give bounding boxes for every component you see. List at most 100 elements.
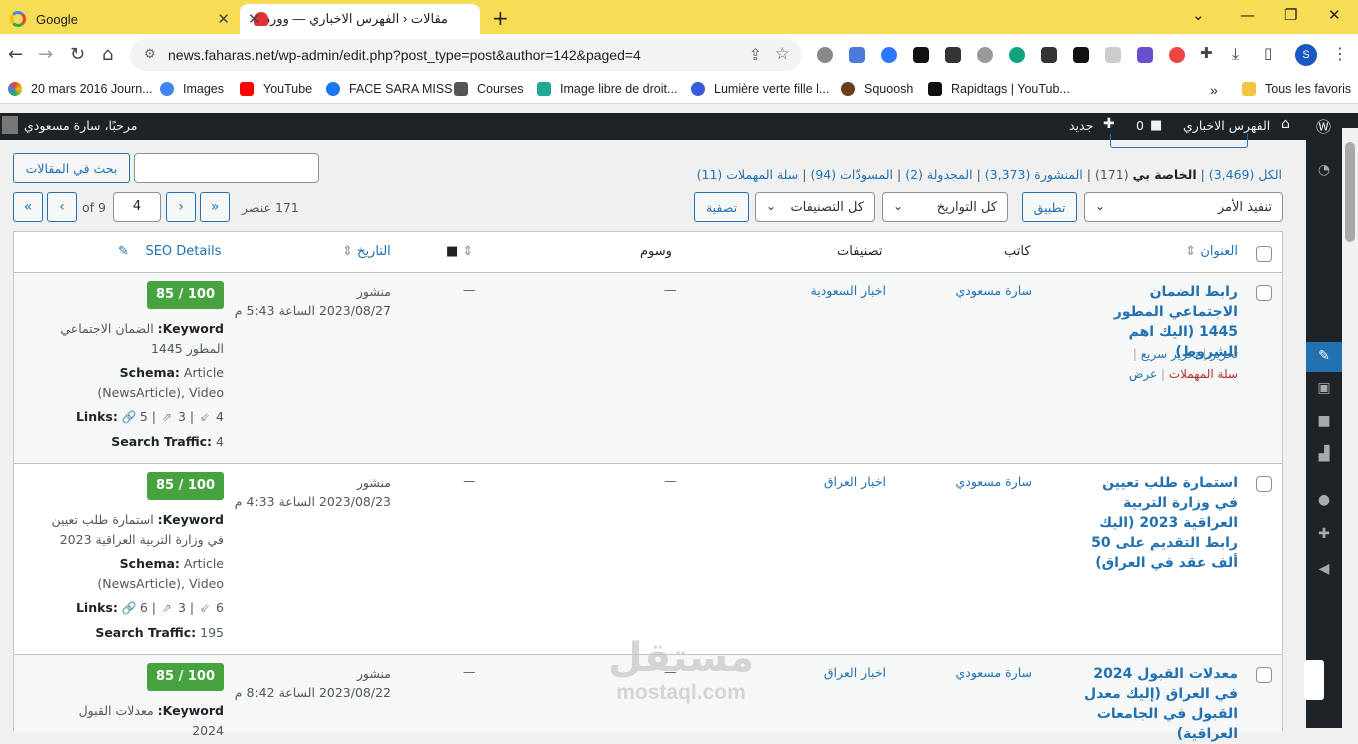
bookmarks-overflow-button[interactable]: » [1210,82,1218,98]
extension-icon[interactable] [1073,47,1089,63]
post-search-input[interactable] [134,153,319,183]
side-panel-icon[interactable]: ▯ [1264,44,1272,62]
side-tab[interactable] [1304,660,1324,700]
quick-edit-link[interactable]: تحرير سريع [1141,347,1199,361]
extensions-puzzle-icon[interactable]: ✚ [1200,44,1213,62]
check-extension-icon[interactable] [881,47,897,63]
bookmark-item[interactable]: Rapidtags | YouTub... [928,82,1070,96]
next-page-button[interactable]: ‹ [47,192,77,222]
plus-icon[interactable]: ✚ [1103,116,1115,132]
filter-drafts[interactable]: المسودّات (94) [810,167,893,182]
extension-icon[interactable] [1169,47,1185,63]
new-tab-icon[interactable]: + [492,6,509,30]
user-greeting[interactable]: مرحبًا، سارة مسعودي [24,118,137,133]
filter-published[interactable]: المنشورة (3,373) [985,167,1083,182]
translate-extension-icon[interactable] [849,47,865,63]
apply-button[interactable]: تطبيق [1022,192,1077,222]
column-title-header[interactable]: العنوان ⇕ [1185,244,1238,259]
back-icon[interactable]: ← [8,44,23,65]
home-icon[interactable]: ⌂ [1281,116,1290,132]
filter-mine[interactable]: الخاصة بي [1133,167,1197,182]
globe-extension-icon[interactable] [977,47,993,63]
minimize-icon[interactable]: — [1240,6,1255,24]
column-seo-header[interactable]: ✎ SEO Details [118,244,221,259]
media-icon[interactable]: ▣ [1316,380,1332,396]
site-info-icon[interactable]: ⚙ [144,47,156,62]
share-icon[interactable]: ⇪ [749,45,762,64]
post-author-link[interactable]: سارة مسعودي [955,665,1032,680]
site-name-link[interactable]: الفهرس الاخباري [1183,118,1270,133]
comments-icon[interactable]: ■ [1316,413,1332,429]
bookmark-item[interactable]: YouTube [240,82,312,96]
screen-options-tab[interactable] [1110,134,1248,148]
bookmark-star-icon[interactable]: ☆ [775,44,790,64]
extension-icon[interactable] [1041,47,1057,63]
select-all-checkbox[interactable] [1256,246,1272,262]
tools-icon[interactable]: ✚ [1316,526,1332,542]
filter-button[interactable]: تصفية [694,192,749,222]
post-category-link[interactable]: اخبار السعودية [811,283,886,298]
bulk-action-select[interactable]: تنفيذ الأمر ⌄ [1084,192,1283,222]
bookmark-item[interactable]: Lumière verte fille l... [691,82,829,96]
trash-link[interactable]: سلة المهملات [1169,367,1238,381]
extension-icon[interactable] [817,47,833,63]
tab-wordpress-posts[interactable]: مقالات ‹ الفهرس الاخباري — ووردبريس ✕ [240,4,480,34]
close-icon[interactable]: ✕ [217,10,230,28]
filter-trash[interactable]: سلة المهملات (11) [697,167,799,182]
extension-m-icon[interactable] [945,47,961,63]
bookmark-item[interactable]: Images [160,82,224,96]
filter-scheduled[interactable]: المجدولة (2) [905,167,972,182]
reload-icon[interactable]: ↻ [70,44,85,65]
column-date-header[interactable]: التاريخ ⇕ [342,244,391,259]
close-icon[interactable]: ✕ [248,10,261,28]
appearance-icon[interactable]: ▟ [1316,446,1332,462]
forward-icon[interactable]: → [38,44,53,65]
bookmark-item[interactable]: Squoosh [841,82,913,96]
bookmark-item[interactable]: FACE SARA MISS [326,82,453,96]
post-category-link[interactable]: اخبار العراق [824,665,886,680]
address-bar[interactable]: ⚙ news.faharas.net/wp-admin/edit.php?pos… [130,39,802,71]
pin-icon[interactable]: ✎ [1316,348,1332,364]
category-filter-select[interactable]: كل التصنيفات ⌄ [755,192,875,222]
collapse-menu-icon[interactable]: ◀ [1316,561,1332,577]
users-icon[interactable]: ● [1316,492,1332,508]
avatar[interactable] [2,116,18,134]
window-close-icon[interactable]: ✕ [1328,6,1341,24]
current-page-input[interactable]: 4 [113,192,161,222]
download-icon[interactable]: ⤓ [1232,44,1239,64]
scrollbar-thumb[interactable] [1345,142,1355,242]
post-title-link[interactable]: استمارة طلب تعيين في وزارة التربية العرا… [1078,473,1238,573]
extension-icon[interactable] [1105,47,1121,63]
chatgpt-extension-icon[interactable] [1009,47,1025,63]
bookmark-item[interactable]: Courses [454,82,524,96]
date-filter-select[interactable]: كل التواريخ ⌄ [882,192,1008,222]
prev-page-button[interactable]: › [166,192,196,222]
row-checkbox[interactable] [1256,667,1272,683]
search-posts-button[interactable]: بحث في المقالات [13,153,130,183]
post-author-link[interactable]: سارة مسعودي [955,283,1032,298]
page-scrollbar[interactable] [1342,128,1358,728]
edit-link[interactable]: تحرير [1210,347,1238,361]
home-icon[interactable]: ⌂ [102,44,113,65]
tab-google[interactable]: Google ✕ [0,4,240,34]
comments-icon[interactable]: ■ [1150,118,1162,133]
bookmark-item[interactable]: Image libre de droit... [537,82,677,96]
all-bookmarks-folder[interactable]: Tous les favoris [1242,82,1351,96]
tab-search-icon[interactable]: ⌄ [1192,6,1205,24]
filter-all[interactable]: الكل (3,469) [1209,167,1282,182]
post-author-link[interactable]: سارة مسعودي [955,474,1032,489]
post-title-link[interactable]: معدلات القبول 2024 في العراق (إليك معدل … [1078,664,1238,744]
comments-count[interactable]: 0 [1136,118,1144,133]
post-category-link[interactable]: اخبار العراق [824,474,886,489]
row-checkbox[interactable] [1256,476,1272,492]
bookmark-item[interactable]: 20 mars 2016 Journ... [8,82,153,96]
restore-icon[interactable]: ❐ [1284,6,1297,24]
wordpress-logo-icon[interactable]: Ⓦ [1316,116,1331,137]
extension-icon[interactable] [1137,47,1153,63]
extension-icon[interactable] [913,47,929,63]
row-checkbox[interactable] [1256,285,1272,301]
profile-avatar[interactable]: S [1295,44,1317,66]
new-content-link[interactable]: جديد [1069,118,1093,133]
comments-column-icon[interactable]: ⇕ ■ [446,244,473,259]
last-page-button[interactable]: « [13,192,43,222]
